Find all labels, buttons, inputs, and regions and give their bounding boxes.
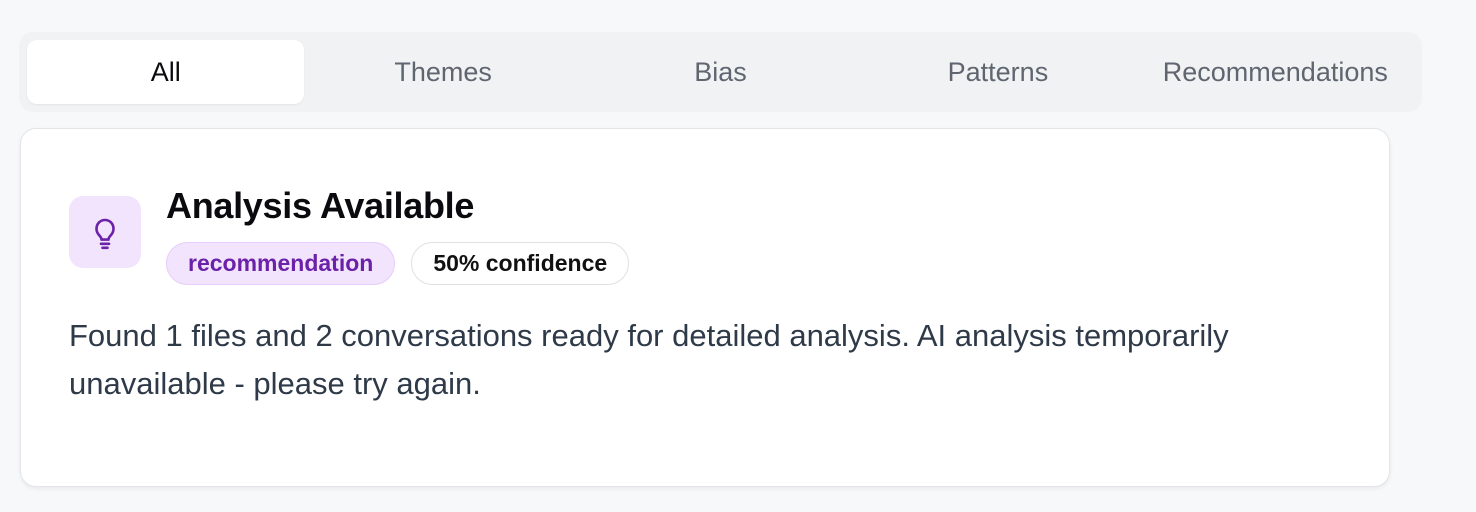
tab-recommendations[interactable]: Recommendations [1137,40,1414,104]
insight-description: Found 1 files and 2 conversations ready … [69,318,1229,401]
insight-card: Analysis Available recommendation 50% co… [20,128,1390,487]
tab-all[interactable]: All [27,40,305,104]
insight-badges: recommendation 50% confidence [166,242,630,285]
insight-type-badge: recommendation [166,242,396,285]
tab-patterns[interactable]: Patterns [859,40,1136,104]
lightbulb-icon [95,218,115,250]
insight-title: Analysis Available [166,185,475,226]
insight-icon-container [69,196,141,268]
confidence-badge: 50% confidence [411,242,630,285]
insight-tabs: All Themes Bias Patterns Recommendations [19,32,1422,112]
tab-themes[interactable]: Themes [304,40,581,104]
tab-bias[interactable]: Bias [582,40,859,104]
